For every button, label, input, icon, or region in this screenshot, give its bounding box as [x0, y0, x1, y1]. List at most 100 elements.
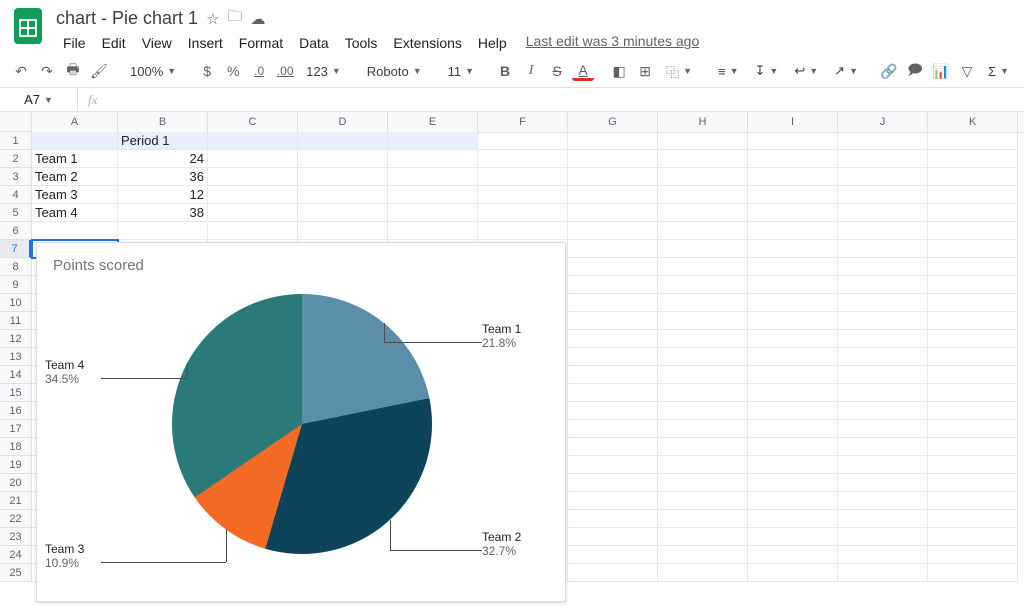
- cell-J9[interactable]: [838, 276, 928, 294]
- cell-K19[interactable]: [928, 456, 1018, 474]
- row-header-13[interactable]: 13: [0, 348, 31, 366]
- cell-H22[interactable]: [658, 510, 748, 528]
- increase-decimal-button[interactable]: .00: [274, 59, 296, 83]
- bold-button[interactable]: B: [494, 59, 516, 83]
- zoom-select[interactable]: 100%▼: [124, 64, 182, 79]
- cell-G14[interactable]: [568, 366, 658, 384]
- cell-I10[interactable]: [748, 294, 838, 312]
- cell-J12[interactable]: [838, 330, 928, 348]
- cell-H11[interactable]: [658, 312, 748, 330]
- cell-A1[interactable]: [32, 132, 118, 150]
- cell-H2[interactable]: [658, 150, 748, 168]
- cell-K12[interactable]: [928, 330, 1018, 348]
- cell-A4[interactable]: Team 3: [32, 186, 118, 204]
- cell-E4[interactable]: [388, 186, 478, 204]
- row-header-10[interactable]: 10: [0, 294, 31, 312]
- cell-I21[interactable]: [748, 492, 838, 510]
- cell-H16[interactable]: [658, 402, 748, 420]
- cell-H23[interactable]: [658, 528, 748, 546]
- h-align-button[interactable]: ≡▼: [712, 64, 745, 79]
- cell-D3[interactable]: [298, 168, 388, 186]
- cell-F4[interactable]: [478, 186, 568, 204]
- cell-K16[interactable]: [928, 402, 1018, 420]
- cell-J20[interactable]: [838, 474, 928, 492]
- cell-J2[interactable]: [838, 150, 928, 168]
- cell-G24[interactable]: [568, 546, 658, 564]
- cell-I9[interactable]: [748, 276, 838, 294]
- v-align-button[interactable]: ↧▼: [749, 63, 785, 79]
- cell-D4[interactable]: [298, 186, 388, 204]
- merge-cells-button[interactable]: ⿻▼: [660, 62, 698, 81]
- borders-icon[interactable]: ⊞: [634, 59, 656, 83]
- cell-I5[interactable]: [748, 204, 838, 222]
- row-header-2[interactable]: 2: [0, 150, 31, 168]
- row-header-4[interactable]: 4: [0, 186, 31, 204]
- cell-J24[interactable]: [838, 546, 928, 564]
- cell-I8[interactable]: [748, 258, 838, 276]
- cell-E3[interactable]: [388, 168, 478, 186]
- cell-K15[interactable]: [928, 384, 1018, 402]
- cell-K6[interactable]: [928, 222, 1018, 240]
- cell-I17[interactable]: [748, 420, 838, 438]
- cell-C4[interactable]: [208, 186, 298, 204]
- cell-B4[interactable]: 12: [118, 186, 208, 204]
- star-icon[interactable]: ☆: [206, 10, 219, 28]
- wrap-button[interactable]: ↩▼: [788, 63, 824, 79]
- col-header-E[interactable]: E: [388, 112, 478, 132]
- cell-H19[interactable]: [658, 456, 748, 474]
- cell-H9[interactable]: [658, 276, 748, 294]
- cell-E1[interactable]: [388, 132, 478, 150]
- cell-B2[interactable]: 24: [118, 150, 208, 168]
- cell-I25[interactable]: [748, 564, 838, 582]
- cell-J8[interactable]: [838, 258, 928, 276]
- cell-K18[interactable]: [928, 438, 1018, 456]
- sheets-logo[interactable]: [8, 6, 48, 46]
- cell-F2[interactable]: [478, 150, 568, 168]
- col-header-D[interactable]: D: [298, 112, 388, 132]
- cell-K17[interactable]: [928, 420, 1018, 438]
- font-size-select[interactable]: 11▼: [442, 64, 480, 79]
- cell-H13[interactable]: [658, 348, 748, 366]
- select-all-corner[interactable]: [0, 112, 32, 132]
- menu-format[interactable]: Format: [232, 33, 290, 53]
- col-header-K[interactable]: K: [928, 112, 1018, 132]
- cell-G19[interactable]: [568, 456, 658, 474]
- cell-J14[interactable]: [838, 366, 928, 384]
- row-header-14[interactable]: 14: [0, 366, 31, 384]
- cell-K3[interactable]: [928, 168, 1018, 186]
- cell-J4[interactable]: [838, 186, 928, 204]
- row-header-3[interactable]: 3: [0, 168, 31, 186]
- cell-G18[interactable]: [568, 438, 658, 456]
- percent-button[interactable]: %: [222, 59, 244, 83]
- cell-H3[interactable]: [658, 168, 748, 186]
- move-icon[interactable]: 🗀: [228, 6, 243, 31]
- cell-G16[interactable]: [568, 402, 658, 420]
- cell-K14[interactable]: [928, 366, 1018, 384]
- cell-I15[interactable]: [748, 384, 838, 402]
- cell-G4[interactable]: [568, 186, 658, 204]
- col-header-F[interactable]: F: [478, 112, 568, 132]
- cell-I12[interactable]: [748, 330, 838, 348]
- cell-K7[interactable]: [928, 240, 1018, 258]
- cell-J11[interactable]: [838, 312, 928, 330]
- spreadsheet-grid[interactable]: ABCDEFGHIJK 1234567891011121314151617181…: [0, 112, 1024, 612]
- cell-F6[interactable]: [478, 222, 568, 240]
- cell-G12[interactable]: [568, 330, 658, 348]
- cell-H5[interactable]: [658, 204, 748, 222]
- cell-D2[interactable]: [298, 150, 388, 168]
- cell-H21[interactable]: [658, 492, 748, 510]
- cell-C2[interactable]: [208, 150, 298, 168]
- row-header-7[interactable]: 7: [0, 240, 31, 258]
- cell-K1[interactable]: [928, 132, 1018, 150]
- cell-E6[interactable]: [388, 222, 478, 240]
- cell-G10[interactable]: [568, 294, 658, 312]
- cell-G3[interactable]: [568, 168, 658, 186]
- col-header-H[interactable]: H: [658, 112, 748, 132]
- cell-H18[interactable]: [658, 438, 748, 456]
- cell-K13[interactable]: [928, 348, 1018, 366]
- menu-extensions[interactable]: Extensions: [386, 33, 468, 53]
- cell-J25[interactable]: [838, 564, 928, 582]
- fill-color-icon[interactable]: ◧: [608, 59, 630, 83]
- col-header-C[interactable]: C: [208, 112, 298, 132]
- cell-J10[interactable]: [838, 294, 928, 312]
